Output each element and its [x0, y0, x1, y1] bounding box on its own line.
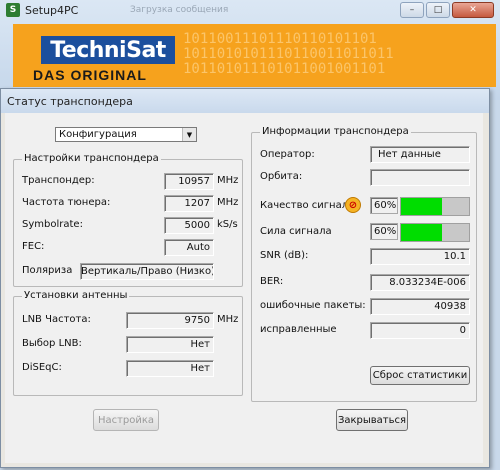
quality-bar	[400, 197, 470, 216]
operator-value: Нет данные	[370, 146, 470, 163]
transponder-label: Транспондер:	[22, 175, 95, 186]
snr-value: 10.1	[370, 248, 470, 265]
error-packets-value: 40938	[370, 298, 470, 315]
transponder-info-group: Информации транспондера Оператор: Нет да…	[251, 126, 477, 402]
window-controls: – □ ✕	[400, 2, 494, 18]
strength-label: Сила сигнала	[260, 226, 332, 237]
snr-label: SNR (dB):	[260, 250, 309, 261]
close-button[interactable]: Закрываться	[336, 409, 408, 431]
logo-tagline: DAS ORIGINAL	[33, 67, 147, 83]
strength-bar	[400, 223, 470, 242]
orbit-label: Орбита:	[260, 171, 303, 182]
antenna-settings-group: Установки антенны LNB Частота: 9750 MHz …	[13, 290, 243, 396]
chevron-down-icon[interactable]: ▼	[182, 128, 196, 141]
transponder-info-title: Информации транспондера	[260, 126, 411, 137]
lnb-freq-value: 9750	[126, 312, 214, 329]
diseqc-value: Нет	[126, 360, 214, 377]
lnb-select-value: Нет	[126, 336, 214, 353]
lnb-freq-label: LNB Частота:	[22, 314, 91, 325]
warning-icon[interactable]: ⊘	[345, 197, 361, 213]
strength-bar-fill	[401, 224, 442, 241]
transponder-status-dialog: Статус транспондера Конфигурация ▼ Настр…	[0, 88, 490, 468]
technisat-banner: 10110011101110110101101 1011010101110110…	[13, 24, 496, 87]
symbolrate-value: 5000	[164, 217, 214, 234]
ber-label: BER:	[260, 276, 284, 287]
tuner-freq-unit: MHz	[217, 197, 239, 208]
dialog-body: Конфигурация ▼ Настройки транспондера Тр…	[5, 113, 483, 463]
transponder-settings-title: Настройки транспондера	[22, 153, 161, 164]
diseqc-label: DiSEqC:	[22, 362, 62, 373]
quality-bar-fill	[401, 198, 442, 215]
quality-label: Качество сигнал.	[260, 200, 352, 211]
transponder-value: 10957	[164, 173, 214, 190]
strength-percent: 60%	[370, 223, 398, 240]
antenna-settings-title: Установки антенны	[22, 290, 130, 301]
symbolrate-unit: kS/s	[217, 219, 238, 230]
transponder-unit: MHz	[217, 175, 239, 186]
error-packets-label: ошибочные пакеты:	[260, 300, 366, 311]
close-window-button[interactable]: ✕	[452, 2, 494, 18]
orbit-value	[370, 169, 470, 186]
fec-label: FEC:	[22, 241, 45, 252]
polarization-label: Поляриза	[22, 265, 73, 276]
banner-binary-pattern: 10110011101110110101101 1011010101110110…	[183, 31, 394, 77]
symbolrate-label: Symbolrate:	[22, 219, 83, 230]
fixed-packets-label: исправленные	[260, 324, 337, 335]
transponder-settings-group: Настройки транспондера Транспондер: 1095…	[13, 153, 243, 287]
main-window-titlebar: S Setup4PC	[6, 0, 78, 20]
dialog-title: Статус транспондера	[1, 89, 489, 113]
config-select[interactable]: Конфигурация ▼	[55, 127, 197, 142]
config-select-value: Конфигурация	[59, 129, 137, 140]
minimize-button[interactable]: –	[400, 2, 424, 18]
quality-percent: 60%	[370, 197, 398, 214]
maximize-button[interactable]: □	[426, 2, 450, 18]
lnb-select-label: Выбор LNB:	[22, 338, 82, 349]
fixed-packets-value: 0	[370, 322, 470, 339]
ber-value: 8.033234E-006	[370, 274, 470, 291]
tuner-freq-value: 1207	[164, 195, 214, 212]
main-window-title: Setup4PC	[25, 3, 79, 17]
reset-stats-button[interactable]: Сброс статистики	[370, 366, 470, 385]
technisat-logo: TechniSat	[41, 36, 175, 64]
ghost-title-text: Загрузка сообщения	[130, 5, 229, 15]
tuner-freq-label: Частота тюнера:	[22, 197, 111, 208]
settings-button[interactable]: Настройка	[93, 409, 159, 431]
satellite-app-icon: S	[6, 3, 20, 17]
lnb-freq-unit: MHz	[217, 314, 239, 325]
operator-label: Оператор:	[260, 149, 315, 160]
fec-value: Auto	[164, 239, 214, 256]
polarization-value: Вертикаль/Право (Низко)	[80, 263, 214, 280]
